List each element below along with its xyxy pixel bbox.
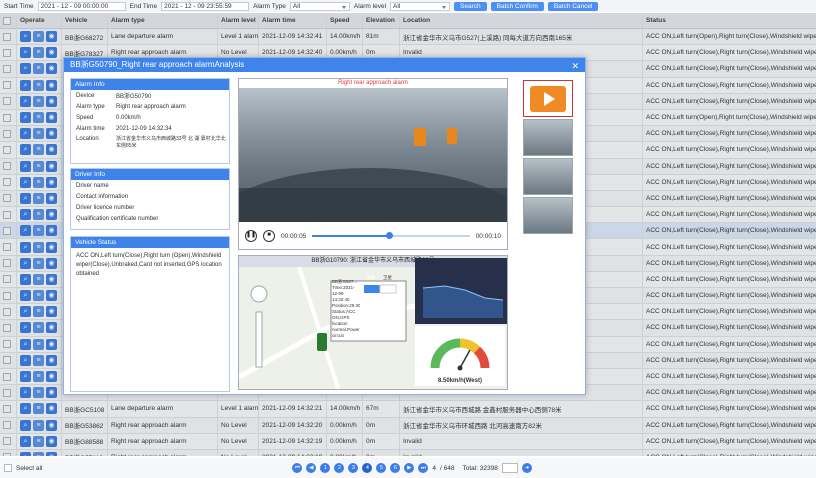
batch-cancel-button[interactable]: Batch Cancel (547, 1, 599, 11)
modal-header: BB浙G50790_Right rear approach alarmAnaly… (64, 58, 585, 72)
vehicle-status-header: Vehicle Status (71, 237, 229, 248)
device-row: Device BB浙G50790 (71, 90, 229, 101)
driver-name-row: Driver name (76, 182, 109, 189)
page-6-button[interactable]: 6 (390, 463, 401, 473)
video-total-time: 00:00:10 (475, 232, 501, 240)
last-page-icon[interactable]: ⏭ (418, 463, 429, 473)
video-progress-bar[interactable] (312, 232, 470, 239)
map-tab[interactable]: 地图 (366, 275, 375, 281)
current-page-value: 4 (432, 464, 436, 472)
video-scene-image (239, 128, 507, 222)
video-current-time: 00:00:05 (281, 232, 307, 240)
page-1-button[interactable]: 1 (320, 463, 331, 473)
map-popup-text: BB浙G507... Time:2021-12-09 14:32:40 Posi… (332, 279, 360, 338)
page-5-button[interactable]: 5 (376, 463, 387, 473)
snapshot-thumbnail-3[interactable] (523, 197, 573, 234)
goto-page-icon[interactable]: ➜ (521, 463, 532, 473)
total-count: Total: 32398 (462, 464, 498, 472)
location-row: Location 浙江省金华市义乌市西城路33号 北 湖 靠村北华北东侧85米 (71, 134, 229, 156)
contact-info-row: Contact information (76, 193, 129, 200)
device-label: Device (76, 92, 95, 99)
video-progress-knob[interactable] (386, 232, 394, 239)
first-page-icon[interactable]: ⏮ (292, 463, 303, 473)
alarm-analysis-modal: BB浙G50790_Right rear approach alarmAnaly… (63, 57, 586, 395)
alarm-level-label: Alarm level (353, 2, 387, 10)
map-pan-control[interactable] (250, 285, 268, 303)
select-all-label: Select all (16, 464, 43, 472)
video-title: Right rear approach alarm (338, 80, 408, 86)
batch-confirm-button[interactable]: Batch Confirm (490, 1, 544, 11)
snapshot-thumbnail-2[interactable] (523, 158, 573, 195)
vehicle-status-panel: Vehicle Status ACC ON,Left turn(Close),R… (70, 236, 230, 392)
alarm-type-select[interactable]: All (289, 1, 350, 11)
start-time-input[interactable]: 2021 - 12 - 09 00:00:00 (37, 1, 126, 11)
location-label: Location (76, 136, 99, 142)
device-value: BB浙G50790 (116, 94, 152, 100)
page-4-button[interactable]: 4 (362, 463, 373, 473)
speed-trend-chart (415, 258, 507, 324)
video-thumbnails (521, 78, 575, 388)
speed-gauge-dial (430, 338, 490, 371)
end-time-label: End Time (129, 2, 158, 10)
vehicle-marker[interactable] (317, 333, 327, 351)
next-page-icon[interactable]: ▶ (404, 463, 415, 473)
speed-gauge: 8.50km/h(West) (415, 326, 505, 386)
stop-icon[interactable]: ■ (263, 230, 275, 242)
video-progress-fill (312, 235, 390, 237)
start-time-label: Start Time (4, 2, 34, 10)
alarm-time-row: Alarm time 2021-12-09 14:32:34 (71, 123, 229, 134)
search-button[interactable]: Search (454, 1, 487, 11)
driver-info-header: Driver Info (71, 169, 229, 180)
alarm-type-value: Right rear approach alarm (116, 103, 186, 110)
speed-trend-graph (422, 285, 504, 318)
alarm-time-value: 2021-12-09 14:32:34 (116, 125, 172, 132)
location-value: 浙江省金华市义乌市西城路33号 北 湖 靠村北华北东侧85米 (116, 136, 226, 149)
alarm-info-header: Alarm Info (71, 79, 229, 90)
page-3-button[interactable]: 3 (348, 463, 359, 473)
modal-title: BB浙G50790_Right rear approach alarmAnaly… (70, 60, 245, 69)
prev-page-icon[interactable]: ◀ (306, 463, 317, 473)
speed-row: Speed 0.00km/h (71, 112, 229, 123)
vehicle-status-text: ACC ON,Left turn(Close),Right turn (Open… (76, 253, 222, 277)
snapshot-thumbnail-1[interactable] (523, 119, 573, 156)
speed-label: Speed (76, 114, 94, 121)
alarm-type-row: Alarm type Right rear approach alarm (71, 101, 229, 112)
driver-licence-row: Driver licence number (76, 204, 135, 211)
filter-toolbar: Start Time 2021 - 12 - 09 00:00:00 End T… (0, 0, 816, 12)
video-controls: ❚❚ ■ 00:00:05 00:00:10 (239, 224, 507, 248)
speed-value: 0.00km/h (116, 114, 141, 121)
alarm-type-label: Alarm Type (253, 2, 286, 10)
map-zoom-slider[interactable] (255, 311, 263, 368)
close-icon[interactable]: ✕ (571, 59, 579, 73)
video-file-thumbnail[interactable] (523, 80, 573, 117)
pause-icon[interactable]: ❚❚ (245, 230, 257, 242)
qualification-row: Qualification certificate number (76, 215, 159, 222)
play-video-icon (530, 85, 566, 112)
alarm-type-label: Alarm type (76, 103, 105, 110)
alarm-time-label: Alarm time (76, 125, 105, 132)
satellite-tab[interactable]: 卫星 (383, 275, 392, 281)
goto-page-input[interactable] (501, 463, 518, 473)
driver-info-panel: Driver Info Driver name Contact informat… (70, 168, 230, 230)
end-time-input[interactable]: 2021 - 12 - 09 23:55:59 (161, 1, 250, 11)
page-2-button[interactable]: 2 (334, 463, 345, 473)
video-frame[interactable] (239, 88, 507, 222)
alarm-level-select[interactable]: All (390, 1, 451, 11)
video-player: Right rear approach alarm ❚❚ ■ 00:00:05 … (238, 78, 508, 250)
speed-gauge-value: 8.50km/h(West) (438, 378, 482, 384)
alarm-info-panel: Alarm Info Device BB浙G50790 Alarm type Rig… (70, 78, 230, 164)
pagination-bar: Select all ⏮ ◀ 1 2 3 4 5 6 ▶ ⏭ 4 / 648 T… (0, 458, 816, 478)
page-count: / 648 (440, 464, 455, 472)
select-all-footer-checkbox[interactable] (4, 464, 12, 472)
